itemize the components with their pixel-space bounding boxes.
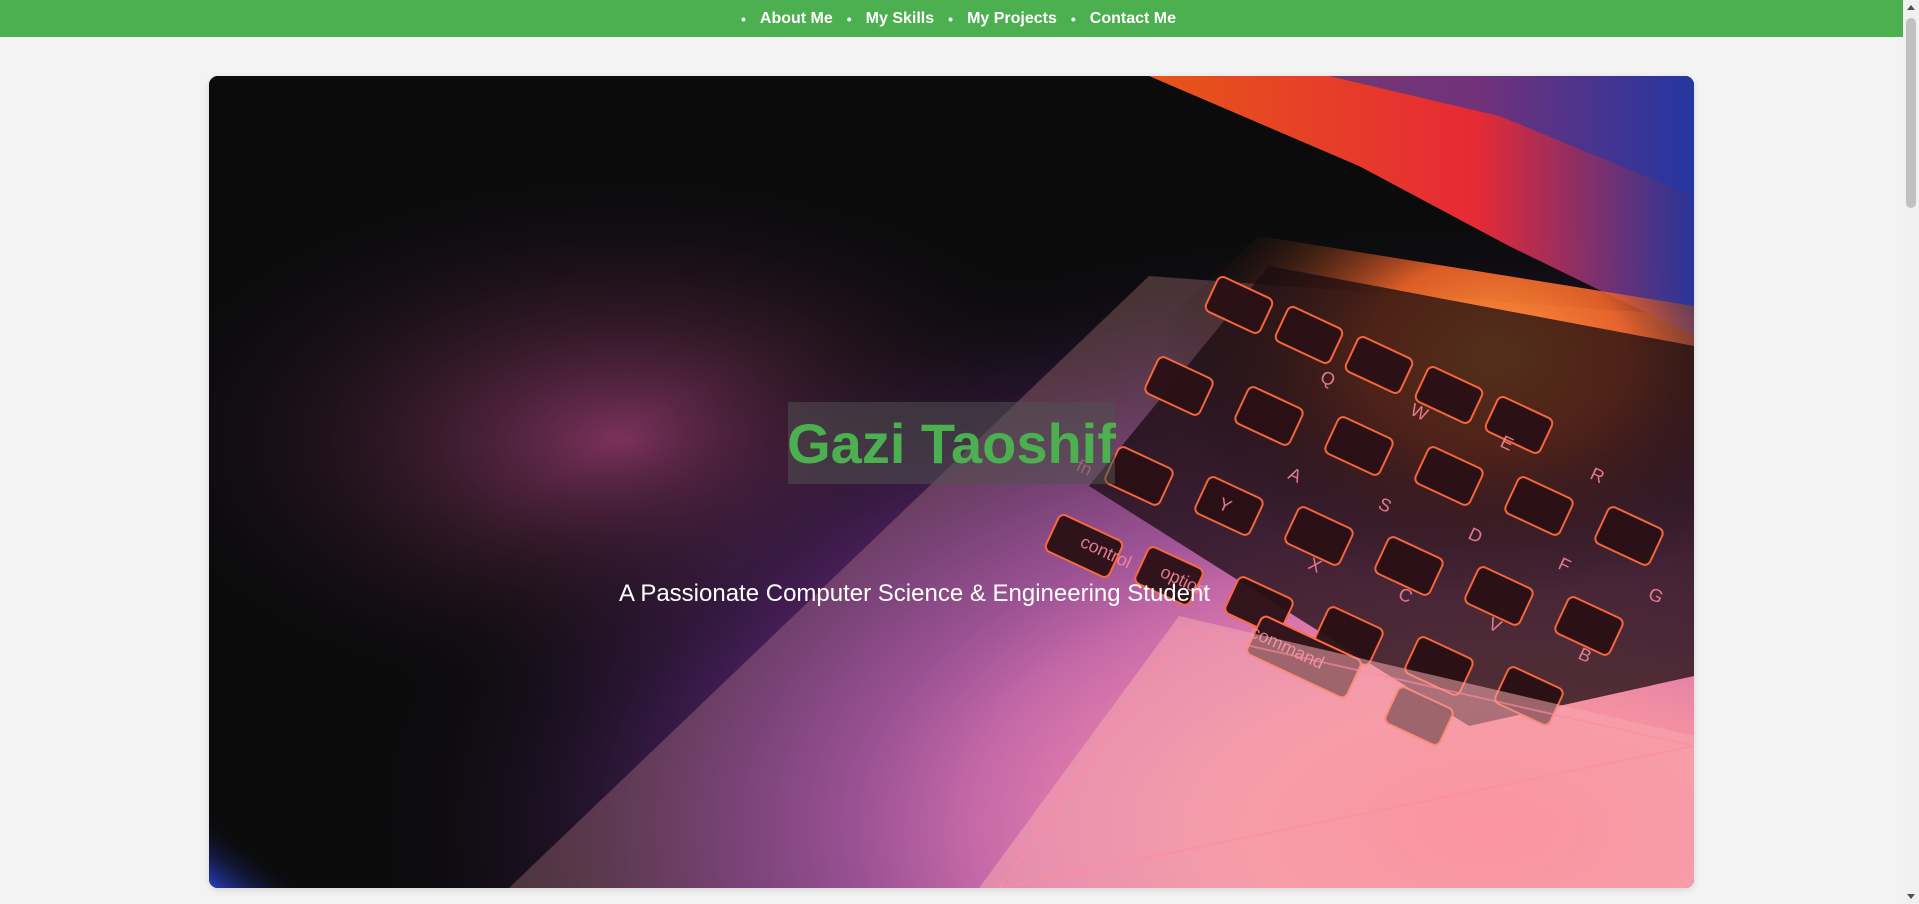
nav-item-about-me[interactable]: • About Me xyxy=(741,10,833,28)
nav-item-my-skills[interactable]: • My Skills xyxy=(847,10,934,28)
nav-bullet: • xyxy=(948,10,954,27)
hero-title: Gazi Taoshif xyxy=(787,411,1116,475)
nav-item-label[interactable]: About Me xyxy=(760,10,833,28)
nav-item-label[interactable]: My Projects xyxy=(967,10,1057,28)
nav-bullet: • xyxy=(740,10,746,27)
vertical-scrollbar[interactable] xyxy=(1903,0,1919,904)
scroll-up-arrow-icon[interactable] xyxy=(1907,5,1915,10)
hero-section: fn control option command Q W E R A S D … xyxy=(209,76,1694,888)
nav-item-label[interactable]: Contact Me xyxy=(1090,10,1176,28)
nav-bullet: • xyxy=(1070,10,1076,27)
nav-item-my-projects[interactable]: • My Projects xyxy=(948,10,1057,28)
hero-subtitle: A Passionate Computer Science & Engineer… xyxy=(618,580,1211,607)
page: • About Me • My Skills • My Projects • C… xyxy=(0,0,1919,904)
nav-bullet: • xyxy=(846,10,852,27)
nav-item-contact-me[interactable]: • Contact Me xyxy=(1071,10,1176,28)
nav-list: • About Me • My Skills • My Projects • C… xyxy=(727,10,1176,28)
hero-title-box: Gazi Taoshif xyxy=(787,402,1116,484)
top-navbar: • About Me • My Skills • My Projects • C… xyxy=(0,0,1903,37)
scroll-down-arrow-icon[interactable] xyxy=(1907,894,1915,899)
nav-item-label[interactable]: My Skills xyxy=(866,10,934,28)
scrollbar-thumb[interactable] xyxy=(1906,18,1916,208)
